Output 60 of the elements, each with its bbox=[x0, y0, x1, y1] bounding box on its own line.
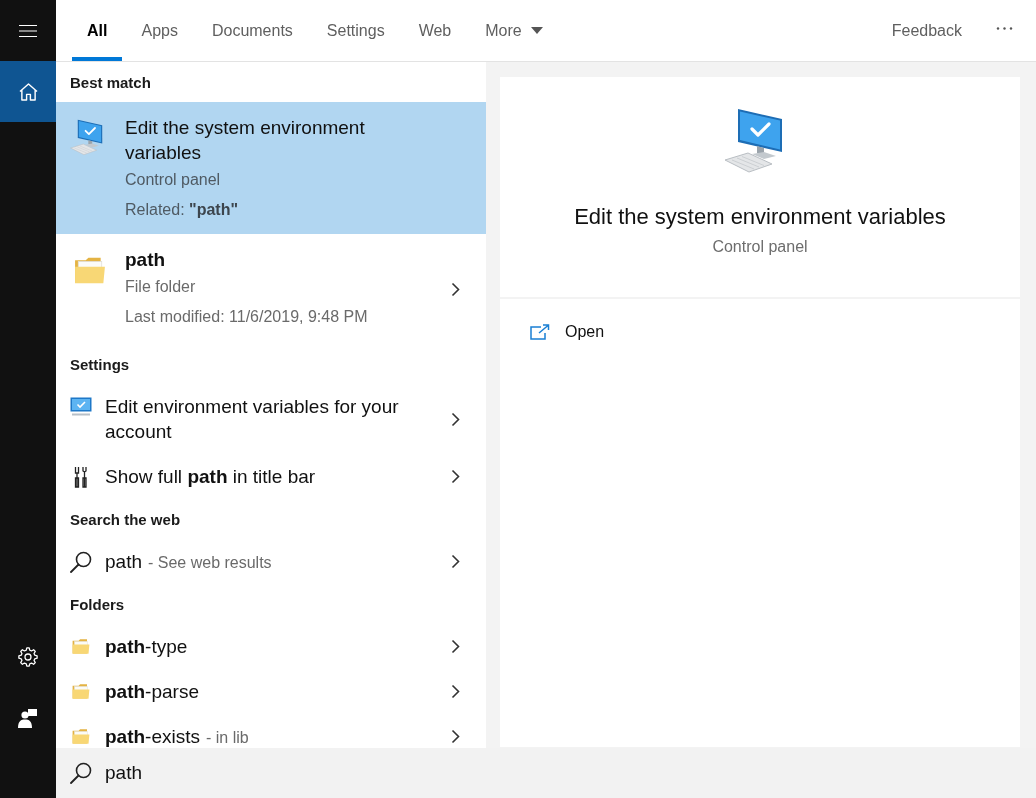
result-item[interactable]: path File folder Last modified: 11/6/2019, 9:48 PM bbox=[56, 234, 486, 344]
result-item[interactable]: path - See web results bbox=[56, 539, 486, 584]
result-detail: Related: "path" bbox=[125, 200, 239, 220]
result-title: path-type bbox=[105, 635, 188, 659]
result-title: path-exists bbox=[105, 725, 200, 748]
result-item[interactable]: path-type bbox=[56, 624, 486, 669]
result-title: Show full path in title bar bbox=[105, 465, 316, 489]
search-icon bbox=[70, 550, 92, 573]
chevron-icon bbox=[451, 729, 460, 744]
tools-icon bbox=[74, 465, 88, 488]
folder-icon bbox=[72, 729, 90, 744]
chevron-icon bbox=[451, 282, 460, 297]
result-title: Edit the system environment variables bbox=[125, 116, 366, 165]
more-icon bbox=[996, 27, 1013, 30]
settings-icon bbox=[18, 646, 38, 667]
result-item[interactable]: Show full path in title bar bbox=[56, 454, 486, 499]
chevron-icon bbox=[451, 411, 460, 427]
home-icon bbox=[18, 82, 38, 101]
result-item[interactable]: path-parse bbox=[56, 669, 486, 714]
chevron-icon bbox=[451, 639, 460, 654]
result-detail: Control panel bbox=[125, 170, 222, 190]
result-title: path-parse bbox=[105, 680, 199, 704]
search-icon bbox=[70, 762, 92, 784]
result-item[interactable]: path-exists - in lib bbox=[56, 714, 486, 748]
person-icon bbox=[18, 707, 38, 728]
monitor-icon bbox=[70, 397, 92, 416]
filter-tab[interactable]: Apps bbox=[126, 0, 193, 61]
result-hint: - in lib bbox=[206, 729, 249, 747]
result-item[interactable]: Edit environment variables for your account bbox=[56, 384, 486, 454]
chevron-icon bbox=[451, 469, 460, 484]
folder-icon bbox=[72, 639, 90, 654]
chevron-icon bbox=[451, 684, 460, 699]
result-title: path bbox=[125, 248, 166, 272]
chevron-icon bbox=[451, 554, 460, 569]
search-field[interactable]: path bbox=[56, 748, 1036, 798]
caret-icon bbox=[530, 27, 543, 34]
filter-tab[interactable]: Documents bbox=[196, 0, 308, 61]
section-heading: Folders bbox=[69, 594, 126, 615]
section-heading: Best match bbox=[69, 72, 152, 93]
result-item[interactable]: Edit the system environment variables Control panel Related: "path" bbox=[56, 102, 486, 234]
result-title: Edit environment variables for your account bbox=[105, 395, 400, 444]
filter-tab[interactable]: All bbox=[72, 0, 123, 61]
filter-tab[interactable]: Settings bbox=[311, 0, 400, 61]
section-heading: Settings bbox=[69, 354, 131, 375]
result-hint: - See web results bbox=[148, 554, 272, 572]
external-link-icon bbox=[530, 324, 550, 340]
preview-title: Edit the system environment variables bbox=[574, 204, 946, 230]
filter-tab[interactable]: Web bbox=[403, 0, 467, 61]
menu-icon bbox=[19, 24, 37, 37]
result-title: path bbox=[105, 550, 142, 574]
section-heading: Search the web bbox=[69, 509, 182, 530]
feedback-link[interactable]: Feedback bbox=[875, 0, 978, 61]
filter-tab[interactable]: More bbox=[470, 0, 558, 61]
result-detail: Last modified: 11/6/2019, 9:48 PM bbox=[125, 307, 369, 327]
folder-icon bbox=[72, 684, 90, 699]
result-detail: File folder bbox=[125, 277, 197, 297]
preview-subtitle: Control panel bbox=[712, 237, 808, 257]
home-button[interactable] bbox=[0, 61, 56, 122]
folder-icon bbox=[74, 256, 106, 284]
open-button[interactable]: Open bbox=[530, 323, 605, 341]
